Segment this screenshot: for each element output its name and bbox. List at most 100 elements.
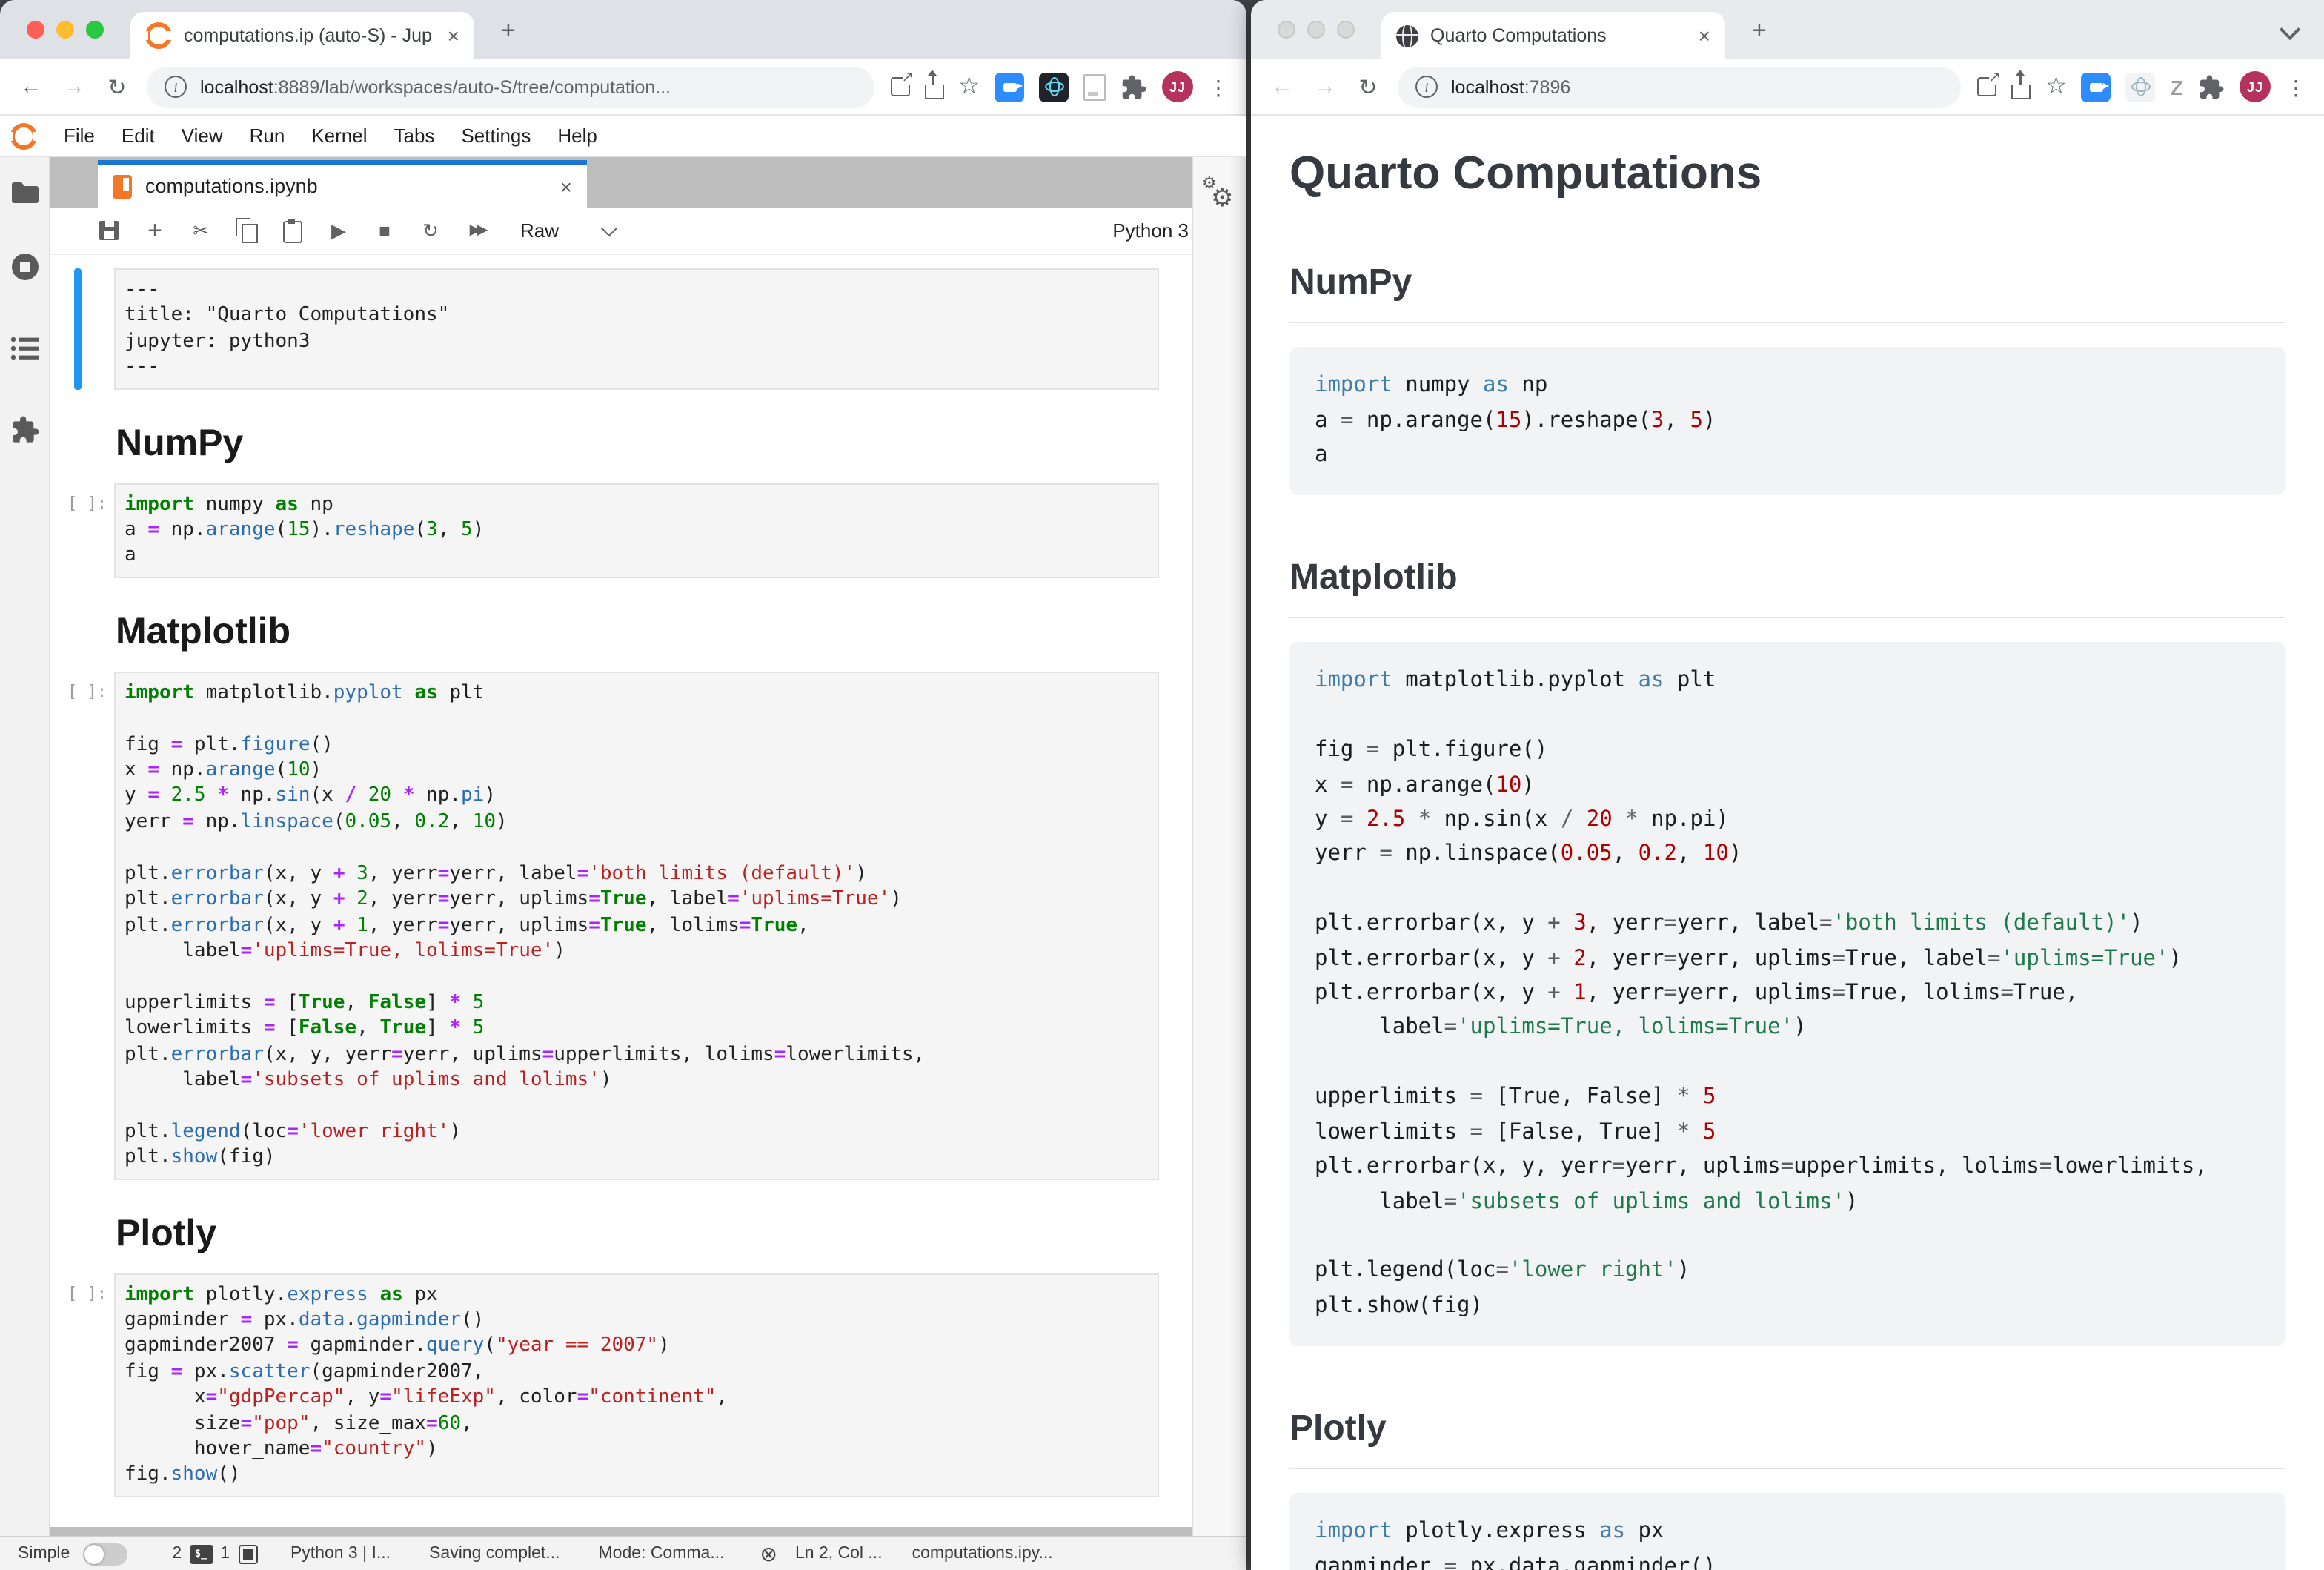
stop-kernel-button[interactable]: ■ (362, 219, 408, 242)
markdown-cell[interactable]: Matplotlib (50, 611, 1192, 654)
menu-file[interactable]: File (50, 125, 108, 147)
code-token: True, label (1845, 947, 1988, 970)
menu-kernel[interactable]: Kernel (298, 125, 380, 147)
extension-manager-icon[interactable] (10, 415, 40, 452)
extensions-puzzle-icon[interactable] (2198, 73, 2225, 100)
menu-settings[interactable]: Settings (448, 125, 544, 147)
notebook-tab-close-icon[interactable]: × (560, 174, 572, 198)
cell-editor[interactable]: ---title: "Quarto Computations"jupyter: … (114, 268, 1159, 389)
code-cell[interactable]: [ ]:import numpy as npa = np.arange(15).… (50, 483, 1192, 577)
cursor-position-text[interactable]: Ln 2, Col ... (795, 1545, 883, 1563)
profile-avatar[interactable]: JJ (1162, 71, 1193, 102)
browser-menu-icon[interactable]: ⋮ (1208, 76, 1229, 97)
running-kernels-icon[interactable] (10, 252, 40, 289)
extensions-puzzle-icon[interactable] (1120, 73, 1147, 100)
paste-cells-button[interactable] (270, 218, 316, 243)
browser-tab[interactable]: Quarto Computations × (1381, 12, 1725, 59)
code-cell[interactable]: [ ]:import plotly.express as pxgapminder… (50, 1273, 1192, 1497)
code-token: 'uplims=True, lolims=True' (1457, 1016, 1793, 1040)
menu-run[interactable]: Run (236, 125, 299, 147)
code-token: * (1677, 1120, 1690, 1144)
raw-cell[interactable]: ---title: "Quarto Computations"jupyter: … (50, 268, 1192, 389)
restart-run-all-button[interactable]: ▶▶ (454, 222, 499, 239)
cell-editor[interactable]: import plotly.express as pxgapminder = p… (114, 1273, 1159, 1497)
add-cell-button[interactable]: + (132, 216, 178, 245)
tab-close-icon[interactable]: × (1699, 25, 1710, 46)
browser-tab[interactable]: computations.ip (auto-S) - Jup × (130, 12, 474, 59)
cell-type-dropdown[interactable]: Raw (520, 219, 615, 242)
close-window-button[interactable] (27, 21, 44, 39)
kernel-status-text[interactable]: Python 3 | I... (290, 1545, 391, 1563)
menu-help[interactable]: Help (544, 125, 611, 147)
new-tab-button[interactable]: + (501, 16, 516, 46)
code-token: + (333, 888, 345, 910)
markdown-cell[interactable]: NumPy (50, 422, 1192, 465)
terminals-count[interactable]: 2 (172, 1545, 182, 1563)
code-line: x = np.arange(10) (1315, 769, 2260, 804)
back-icon[interactable]: ← (18, 74, 44, 99)
code-token: plt (438, 682, 485, 704)
site-info-icon[interactable]: i (1415, 76, 1438, 98)
kernels-count[interactable]: 1 (220, 1545, 230, 1563)
address-bar[interactable]: i localhost:7896 (1398, 66, 1961, 107)
open-in-new-icon[interactable] (890, 77, 909, 96)
code-token: as (1639, 669, 1664, 693)
react-devtools-extension-icon[interactable] (2126, 72, 2156, 102)
table-of-contents-icon[interactable] (10, 335, 40, 369)
browser-menu-icon[interactable]: ⋮ (2285, 76, 2306, 97)
copy-cells-button[interactable] (224, 218, 270, 243)
forward-icon[interactable]: → (61, 74, 87, 99)
notebook-tab[interactable]: computations.ipynb × (98, 160, 587, 208)
cut-cells-button[interactable]: ✂ (178, 219, 224, 242)
markdown-cell[interactable]: Plotly (50, 1212, 1192, 1255)
zoom-extension-icon[interactable] (2082, 72, 2111, 102)
command-mode-text[interactable]: Mode: Comma... (599, 1545, 725, 1563)
trust-shield-icon[interactable]: ⊗ (760, 1541, 777, 1566)
zoom-window-button[interactable] (1337, 21, 1355, 39)
save-button[interactable] (86, 221, 132, 240)
bookmark-star-icon[interactable]: ☆ (958, 75, 980, 99)
back-icon[interactable]: ← (1269, 74, 1295, 99)
menu-tabs[interactable]: Tabs (381, 125, 448, 147)
document-extension-icon[interactable] (1083, 73, 1106, 100)
close-window-button[interactable] (1278, 21, 1295, 39)
open-in-new-icon[interactable] (1977, 77, 1996, 96)
file-browser-icon[interactable] (10, 181, 40, 212)
zoom-extension-icon[interactable] (995, 72, 1024, 102)
tab-overflow-chevron-icon[interactable] (2280, 19, 2300, 40)
new-tab-button[interactable]: + (1752, 16, 1767, 46)
code-cell[interactable]: [ ]:import matplotlib.pyplot as plt fig … (50, 672, 1192, 1179)
menu-view[interactable]: View (168, 125, 236, 147)
code-token: ( (484, 1335, 496, 1357)
reload-icon[interactable]: ↻ (1355, 73, 1381, 100)
bookmark-star-icon[interactable]: ☆ (2045, 75, 2067, 99)
code-token: yerr, label (1677, 912, 1819, 936)
react-devtools-extension-icon[interactable] (1039, 72, 1069, 102)
code-token: [True, False] (1483, 1086, 1677, 1110)
reload-icon[interactable]: ↻ (104, 73, 130, 100)
address-bar[interactable]: i localhost:8889/lab/workspaces/auto-S/t… (147, 66, 874, 107)
code-token: linspace (241, 811, 333, 833)
zotero-extension-icon[interactable]: Z (2171, 75, 2183, 99)
cell-editor[interactable]: import matplotlib.pyplot as plt fig = pl… (114, 672, 1159, 1179)
zoom-window-button[interactable] (86, 21, 104, 39)
code-token: = (588, 914, 600, 936)
cell-editor[interactable]: import numpy as npa = np.arange(15).resh… (114, 483, 1159, 577)
forward-icon[interactable]: → (1312, 74, 1338, 99)
run-cell-button[interactable]: ▶ (316, 219, 362, 242)
menu-edit[interactable]: Edit (108, 125, 168, 147)
page-sections: NumPyimport numpy as npa = np.arange(15)… (1289, 262, 2285, 1570)
code-token: plt. (124, 1043, 171, 1065)
share-icon[interactable] (924, 84, 943, 99)
share-icon[interactable] (2011, 84, 2031, 99)
simple-mode-toggle[interactable] (83, 1543, 127, 1565)
code-token: gapminder (1315, 1554, 1444, 1570)
code-token (356, 785, 368, 807)
code-token: express (287, 1283, 368, 1305)
minimize-window-button[interactable] (1307, 21, 1325, 39)
tab-close-icon[interactable]: × (448, 25, 459, 46)
site-info-icon[interactable]: i (165, 76, 187, 98)
profile-avatar[interactable]: JJ (2240, 71, 2271, 102)
restart-kernel-button[interactable]: ↻ (408, 219, 454, 242)
minimize-window-button[interactable] (56, 21, 74, 39)
